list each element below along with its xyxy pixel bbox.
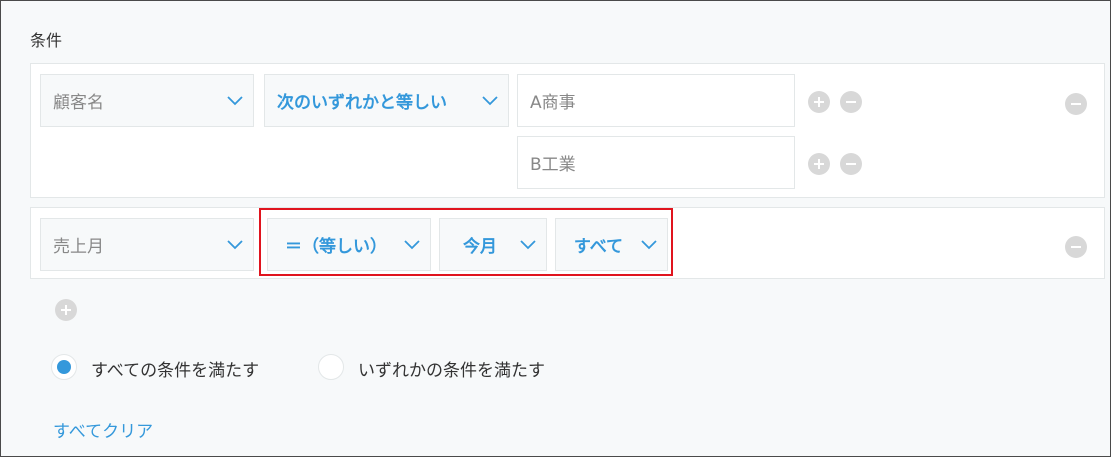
remove-condition-button-2[interactable]	[1065, 236, 1087, 258]
radio-match-all-label[interactable]: すべての条件を満たす	[91, 356, 259, 381]
field-select-sales-month[interactable]: 売上月	[40, 218, 254, 271]
add-value-button-2[interactable]	[808, 153, 830, 175]
plus-icon	[814, 97, 824, 107]
remove-value-button-1[interactable]	[840, 91, 862, 113]
minus-icon	[846, 163, 856, 165]
value-input-1[interactable]: A商事	[517, 74, 795, 127]
operator-select-label: 次のいずれかと等しい	[277, 93, 447, 113]
radio-match-all[interactable]	[51, 354, 77, 380]
clear-all-link[interactable]: すべてクリア	[53, 417, 153, 442]
remove-condition-button-1[interactable]	[1065, 93, 1087, 115]
chevron-down-icon	[227, 95, 243, 105]
field-select-customer[interactable]: 顧客名	[40, 74, 254, 127]
chevron-down-icon	[227, 239, 243, 249]
plus-icon	[814, 159, 824, 169]
minus-icon	[1071, 246, 1081, 248]
condition-row-customer: 顧客名 次のいずれかと等しい A商事 B工業	[30, 63, 1105, 198]
highlight-box	[259, 208, 673, 276]
minus-icon	[1071, 103, 1081, 105]
add-value-button-1[interactable]	[808, 91, 830, 113]
radio-match-any-label[interactable]: いずれかの条件を満たす	[358, 356, 545, 381]
value-input-2[interactable]: B工業	[517, 136, 795, 189]
chevron-down-icon	[482, 95, 498, 105]
field-select-label: 売上月	[53, 237, 104, 257]
remove-value-button-2[interactable]	[840, 153, 862, 175]
radio-selected-dot	[57, 360, 71, 374]
field-select-label: 顧客名	[53, 93, 104, 113]
conditions-title: 条件	[30, 31, 63, 50]
add-condition-button[interactable]	[55, 299, 77, 321]
operator-select-customer[interactable]: 次のいずれかと等しい	[264, 74, 509, 127]
radio-match-any[interactable]	[318, 354, 344, 380]
minus-icon	[846, 101, 856, 103]
plus-icon	[61, 305, 71, 315]
